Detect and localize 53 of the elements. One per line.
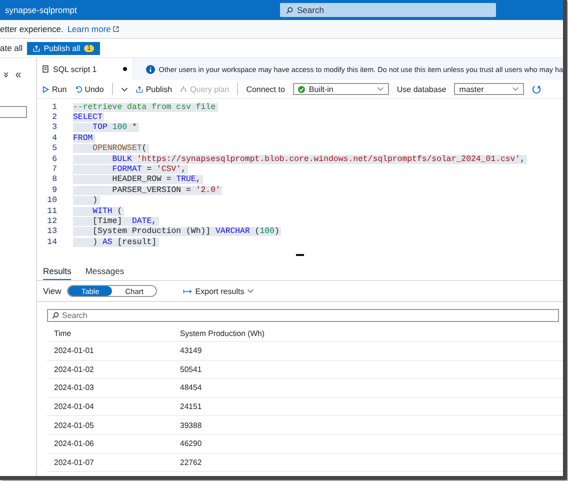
splitter-handle[interactable] — [296, 254, 304, 256]
upload-icon — [32, 44, 40, 52]
export-results-button[interactable]: Export results — [183, 286, 254, 296]
upload-icon — [136, 86, 143, 92]
validate-all-button[interactable]: ate all — [0, 43, 23, 53]
line-number: 3 — [51, 123, 57, 132]
line-number: 4 — [51, 134, 57, 143]
collapse-icon[interactable] — [15, 72, 21, 78]
undo-icon — [74, 86, 82, 92]
chevron-down-icon — [376, 87, 384, 91]
line-number: 5 — [51, 144, 57, 154]
database-label: Use database — [396, 84, 446, 94]
tree-icon — [180, 86, 188, 92]
line-number: 2 — [51, 113, 57, 122]
run-button[interactable]: Run — [42, 84, 67, 94]
app-title: synapse-sqlprompt — [5, 5, 78, 15]
export-arrow-icon — [183, 288, 192, 294]
line-number: 10 — [46, 196, 57, 206]
publish-button[interactable]: Publish — [136, 84, 172, 94]
line-number: 7 — [51, 165, 57, 174]
chevron-down-icon — [512, 87, 520, 91]
results-tab[interactable]: Results — [43, 262, 72, 280]
chevron-down-icon — [247, 289, 254, 293]
script-tab[interactable]: SQL script 1 — [37, 58, 132, 80]
chevron-down-icon[interactable] — [120, 86, 128, 92]
info-text: etter experience. — [0, 24, 64, 34]
line-number: 8 — [51, 175, 57, 184]
line-number: 9 — [51, 186, 57, 195]
script-icon — [42, 65, 49, 73]
database-dropdown[interactable]: master — [454, 83, 524, 95]
undo-button[interactable]: Undo — [74, 84, 104, 94]
line-number: 12 — [46, 216, 57, 226]
info-icon — [146, 64, 155, 74]
view-label: View — [43, 286, 62, 296]
connection-dropdown[interactable]: Built-in — [292, 83, 389, 95]
line-number: 11 — [46, 206, 57, 216]
line-number: 6 — [51, 154, 57, 164]
line-number: 14 — [46, 238, 57, 247]
check-circle-icon — [298, 86, 305, 92]
line-number: 13 — [46, 227, 57, 236]
search-icon — [286, 6, 293, 14]
play-icon — [42, 86, 49, 92]
results-search-field[interactable]: Search — [47, 309, 559, 322]
filter-field[interactable] — [0, 106, 27, 118]
expand-icon[interactable] — [3, 72, 9, 78]
refresh-icon[interactable] — [532, 84, 542, 94]
learn-more-link[interactable]: Learn more — [67, 24, 119, 34]
search-icon — [52, 312, 59, 319]
search-field[interactable]: Search — [280, 3, 496, 17]
external-link-icon — [112, 26, 119, 32]
line-number: 1 — [51, 102, 57, 112]
connect-label: Connect to — [246, 84, 285, 94]
results-tab[interactable]: Messages — [85, 262, 124, 280]
